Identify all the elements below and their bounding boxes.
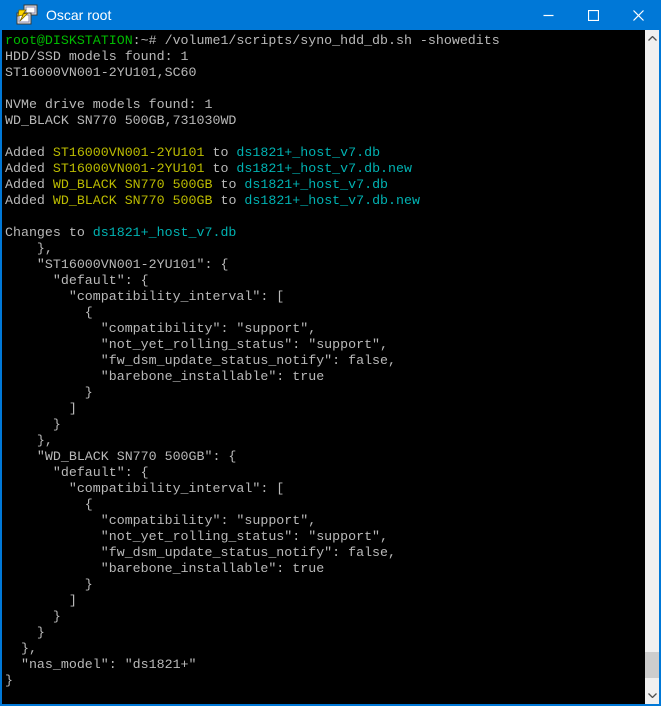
- chevron-down-icon: [648, 693, 657, 698]
- terminal-line: "barebone_installable": true: [5, 369, 645, 385]
- terminal-line: {: [5, 497, 645, 513]
- terminal-line: "compatibility_interval": [: [5, 289, 645, 305]
- terminal-line: Changes to ds1821+_host_v7.db: [5, 225, 645, 241]
- window-body: root@DISKSTATION:~# /volume1/scripts/syn…: [2, 30, 659, 704]
- titlebar[interactable]: Oscar root: [0, 0, 661, 30]
- terminal-line: "barebone_installable": true: [5, 561, 645, 577]
- terminal-line: "default": {: [5, 273, 645, 289]
- terminal-line: "compatibility": "support",: [5, 513, 645, 529]
- terminal-line: Added WD_BLACK SN770 500GB to ds1821+_ho…: [5, 177, 645, 193]
- terminal-line: ]: [5, 401, 645, 417]
- terminal-line: "not_yet_rolling_status": "support",: [5, 337, 645, 353]
- terminal-line: "fw_dsm_update_status_notify": false,: [5, 545, 645, 561]
- terminal-line: root@DISKSTATION:~# /volume1/scripts/syn…: [5, 33, 645, 49]
- terminal-line: "nas_model": "ds1821+": [5, 657, 645, 673]
- terminal-line: }: [5, 673, 645, 689]
- terminal-line: },: [5, 241, 645, 257]
- terminal-line: HDD/SSD models found: 1: [5, 49, 645, 65]
- terminal-line: [5, 129, 645, 145]
- terminal-line: NVMe drive models found: 1: [5, 97, 645, 113]
- terminal-line: [5, 209, 645, 225]
- terminal-line: }: [5, 577, 645, 593]
- window-controls: [526, 0, 661, 30]
- terminal-line: }: [5, 417, 645, 433]
- putty-window: Oscar root root@DISKSTATION:~# /: [0, 0, 661, 706]
- terminal-output: root@DISKSTATION:~# /volume1/scripts/syn…: [5, 33, 645, 689]
- terminal-line: }: [5, 385, 645, 401]
- terminal-line: }: [5, 625, 645, 641]
- minimize-button[interactable]: [526, 0, 571, 30]
- terminal-line: }: [5, 609, 645, 625]
- scrollbar[interactable]: [645, 30, 659, 704]
- chevron-up-icon: [648, 36, 657, 41]
- terminal-line: "default": {: [5, 465, 645, 481]
- terminal-line: },: [5, 433, 645, 449]
- scrollbar-thumb[interactable]: [645, 652, 659, 678]
- terminal-line: Added ST16000VN001-2YU101 to ds1821+_hos…: [5, 145, 645, 161]
- terminal-line: "ST16000VN001-2YU101": {: [5, 257, 645, 273]
- maximize-icon: [588, 10, 599, 21]
- putty-app-icon: [16, 4, 38, 26]
- close-button[interactable]: [616, 0, 661, 30]
- terminal-line: Added WD_BLACK SN770 500GB to ds1821+_ho…: [5, 193, 645, 209]
- terminal-line: Added ST16000VN001-2YU101 to ds1821+_hos…: [5, 161, 645, 177]
- terminal-line: ST16000VN001-2YU101,SC60: [5, 65, 645, 81]
- maximize-button[interactable]: [571, 0, 616, 30]
- close-icon: [633, 10, 644, 21]
- terminal-line: WD_BLACK SN770 500GB,731030WD: [5, 113, 645, 129]
- terminal-line: "WD_BLACK SN770 500GB": {: [5, 449, 645, 465]
- terminal-line: "compatibility": "support",: [5, 321, 645, 337]
- minimize-icon: [543, 10, 554, 21]
- terminal-line: "fw_dsm_update_status_notify": false,: [5, 353, 645, 369]
- terminal-line: "not_yet_rolling_status": "support",: [5, 529, 645, 545]
- terminal-screen[interactable]: root@DISKSTATION:~# /volume1/scripts/syn…: [2, 30, 645, 704]
- window-title: Oscar root: [46, 7, 111, 23]
- terminal-line: {: [5, 305, 645, 321]
- terminal-line: ]: [5, 593, 645, 609]
- scroll-up-button[interactable]: [645, 30, 659, 47]
- terminal-line: },: [5, 641, 645, 657]
- scroll-down-button[interactable]: [645, 687, 659, 704]
- terminal-line: [5, 81, 645, 97]
- terminal-line: "compatibility_interval": [: [5, 481, 645, 497]
